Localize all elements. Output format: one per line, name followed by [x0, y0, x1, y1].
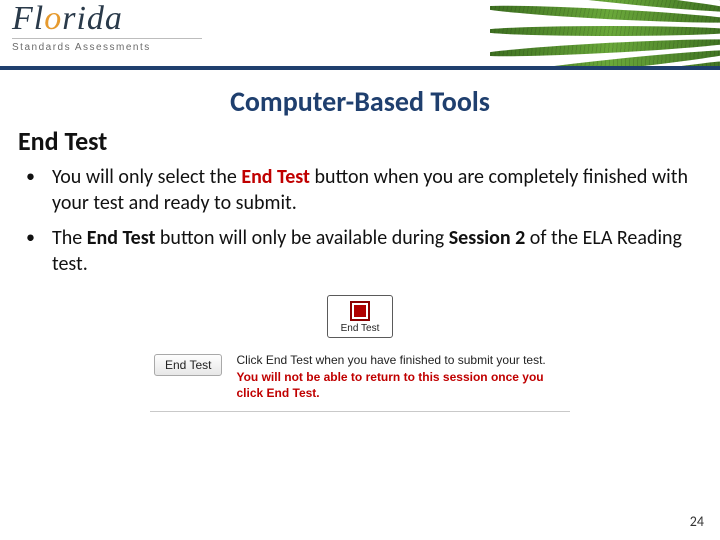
bullet-text: The	[52, 226, 87, 250]
end-test-dialog-button: End Test	[154, 354, 222, 376]
end-test-toolbar-button: End Test	[327, 295, 393, 338]
logo-text-orange: o	[44, 0, 62, 37]
logo-text-pre: Fl	[12, 0, 44, 37]
slide-header: Florida Standards Assessments	[0, 0, 720, 70]
end-test-dialog-text: Click End Test when you have finished to…	[236, 352, 566, 401]
bullet-item: The End Test button will only be availab…	[18, 226, 694, 277]
section-heading: End Test	[18, 125, 720, 157]
logo-subtitle: Standards Assessments	[12, 38, 202, 53]
bullet-emphasis: End Test	[87, 226, 156, 250]
page-number: 24	[690, 513, 704, 530]
logo-text-post: rida	[62, 0, 123, 37]
logo-wordmark: Florida	[12, 2, 202, 36]
palm-frond-art	[490, 0, 720, 66]
slide-title: Computer-Based Tools	[0, 84, 720, 119]
end-test-toolbar-label: End Test	[328, 323, 392, 334]
bullet-emphasis: Session 2	[449, 226, 526, 250]
illustration: End Test End Test Click End Test when yo…	[150, 295, 570, 412]
bullet-text: You will only select the	[52, 165, 241, 189]
logo: Florida Standards Assessments	[12, 2, 202, 53]
dialog-text-plain: Click End Test when you have finished to…	[236, 353, 545, 367]
bullet-item: You will only select the End Test button…	[18, 165, 694, 216]
bullet-text: button will only be available during	[155, 226, 448, 250]
stop-icon	[350, 301, 370, 321]
bullet-list: You will only select the End Test button…	[18, 165, 694, 277]
end-test-dialog: End Test Click End Test when you have fi…	[150, 346, 570, 412]
dialog-text-warning: You will not be able to return to this s…	[236, 370, 543, 400]
bullet-emphasis: End Test	[241, 165, 310, 189]
